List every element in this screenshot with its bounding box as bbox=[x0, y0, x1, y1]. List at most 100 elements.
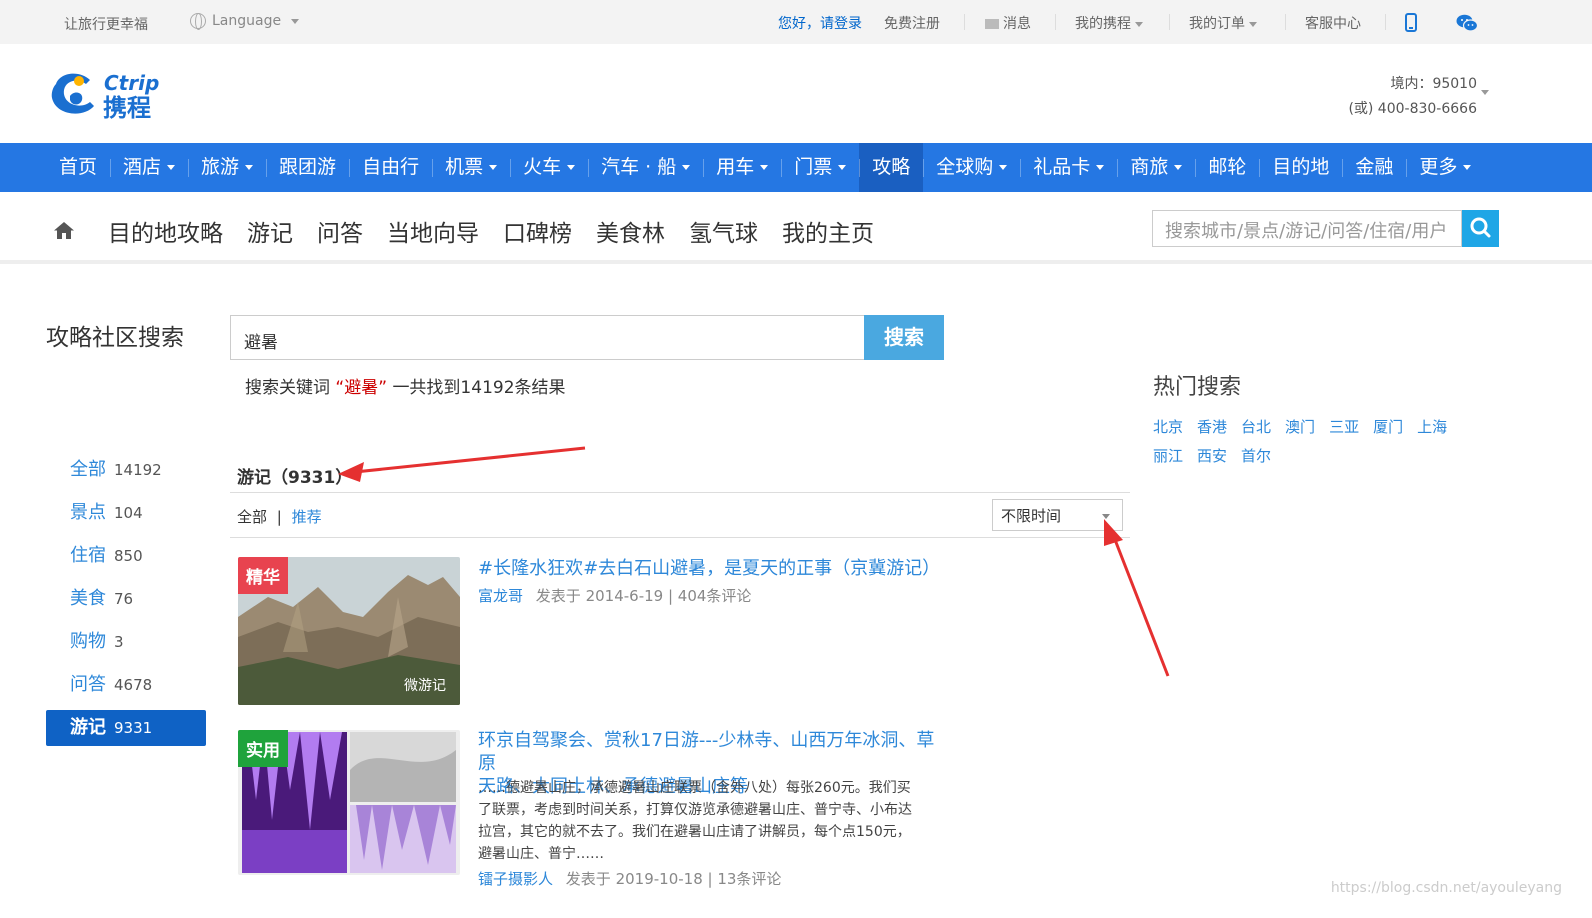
nav-train[interactable]: 火车 bbox=[510, 143, 588, 192]
hot-search-item[interactable]: 台北 bbox=[1241, 416, 1271, 437]
site-search-button[interactable] bbox=[1462, 210, 1499, 247]
nav-label: 酒店 bbox=[123, 156, 162, 178]
nav-group-tour[interactable]: 跟团游 bbox=[266, 143, 349, 192]
subnav-food[interactable]: 美食林 bbox=[596, 214, 665, 248]
globe-icon bbox=[190, 13, 206, 30]
subnav-local-guide[interactable]: 当地向导 bbox=[387, 214, 479, 248]
subnav-my-home[interactable]: 我的主页 bbox=[782, 214, 874, 248]
hotline[interactable]: 境内：95010 (或) 400-830-6666 bbox=[1348, 72, 1489, 122]
nav-guides[interactable]: 攻略 bbox=[859, 143, 924, 192]
keyword-input[interactable]: 避暑 bbox=[230, 315, 866, 360]
hot-search-item[interactable]: 北京 bbox=[1153, 416, 1183, 437]
watermark: https://blog.csdn.net/ayouleyang bbox=[1330, 880, 1562, 896]
subnav-rankings[interactable]: 口碑榜 bbox=[503, 214, 572, 248]
category-travelogues[interactable]: 游记 9331 bbox=[46, 710, 206, 746]
nav-car[interactable]: 用车 bbox=[703, 143, 781, 192]
nav-bus-ship[interactable]: 汽车 · 船 bbox=[588, 143, 703, 192]
chevron-down-icon bbox=[1481, 90, 1489, 95]
category-shopping[interactable]: 购物 3 bbox=[46, 624, 206, 660]
language-selector[interactable]: Language bbox=[190, 13, 300, 30]
time-filter-select[interactable]: 不限时间 bbox=[992, 499, 1123, 531]
divider bbox=[964, 14, 965, 30]
subnav-qa[interactable]: 问答 bbox=[317, 214, 363, 248]
svg-text:Ctrip: Ctrip bbox=[104, 71, 159, 95]
subnav-destination-guide[interactable]: 目的地攻略 bbox=[108, 214, 223, 248]
site-header: Ctrip 携程 境内：95010 (或) 400-830-6666 bbox=[0, 44, 1592, 143]
article-date-comments: 发表于 2014-6-19 | 404条评论 bbox=[535, 587, 752, 605]
nav-finance[interactable]: 金融 bbox=[1342, 143, 1406, 192]
nav-tickets[interactable]: 门票 bbox=[781, 143, 859, 192]
section-heading: 游记（9331） bbox=[237, 468, 353, 488]
article-thumbnail[interactable]: 实用 bbox=[238, 730, 460, 875]
nav-label: 攻略 bbox=[872, 156, 911, 178]
ctrip-logo[interactable]: Ctrip 携程 bbox=[46, 66, 196, 122]
chevron-down-icon bbox=[999, 165, 1008, 170]
hot-search-item[interactable]: 上海 bbox=[1417, 416, 1447, 437]
register-link[interactable]: 免费注册 bbox=[884, 13, 940, 33]
micro-travelogue-badge: 微游记 bbox=[404, 678, 446, 694]
chevron-down-icon bbox=[567, 165, 576, 170]
nav-label: 金融 bbox=[1355, 156, 1394, 178]
nav-label: 汽车 · 船 bbox=[601, 156, 677, 178]
wechat-icon[interactable] bbox=[1456, 14, 1478, 32]
category-name: 景点 bbox=[70, 502, 106, 523]
hot-search-item[interactable]: 丽江 bbox=[1153, 445, 1183, 466]
result-filters: 全部 | 推荐 bbox=[237, 506, 322, 527]
login-link[interactable]: 您好，请登录 bbox=[778, 13, 862, 33]
search-button[interactable]: 搜索 bbox=[864, 315, 944, 360]
nav-business-travel[interactable]: 商旅 bbox=[1117, 143, 1195, 192]
guide-subnav: 目的地攻略 游记 问答 当地向导 口碑榜 美食林 氢气球 我的主页 搜索城市/景… bbox=[0, 192, 1592, 264]
hot-search-item[interactable]: 澳门 bbox=[1285, 416, 1315, 437]
article-author[interactable]: 富龙哥 bbox=[478, 587, 523, 605]
divider bbox=[230, 492, 1130, 493]
nav-global-shop[interactable]: 全球购 bbox=[923, 143, 1020, 192]
hot-search-item[interactable]: 西安 bbox=[1197, 445, 1227, 466]
mobile-icon[interactable] bbox=[1405, 13, 1417, 32]
home-icon[interactable] bbox=[54, 222, 74, 239]
hot-search-title: 热门搜索 bbox=[1153, 375, 1242, 400]
my-orders-menu[interactable]: 我的订单 bbox=[1189, 13, 1257, 33]
category-sights[interactable]: 景点 104 bbox=[46, 495, 206, 531]
result-summary: 搜索关键词 “避暑” 一共找到14192条结果 bbox=[245, 373, 566, 398]
filter-all[interactable]: 全部 bbox=[237, 508, 267, 526]
nav-travel[interactable]: 旅游 bbox=[188, 143, 266, 192]
article-thumbnail[interactable]: 精华 微游记 bbox=[238, 557, 460, 705]
nav-flights[interactable]: 机票 bbox=[432, 143, 510, 192]
article-author[interactable]: 镭子摄影人 bbox=[478, 870, 553, 888]
article-title[interactable]: #长隆水狂欢#去白石山避暑，是夏天的正事（京冀游记） bbox=[478, 557, 940, 580]
site-search-input[interactable]: 搜索城市/景点/游记/问答/住宿/用户 bbox=[1152, 210, 1462, 247]
customer-service-link[interactable]: 客服中心 bbox=[1305, 13, 1361, 33]
summary-keyword: “避暑” bbox=[335, 378, 388, 398]
nav-home[interactable]: 首页 bbox=[46, 143, 110, 192]
hot-search-item[interactable]: 厦门 bbox=[1373, 416, 1403, 437]
nav-gift-card[interactable]: 礼品卡 bbox=[1020, 143, 1117, 192]
nav-cruise[interactable]: 邮轮 bbox=[1195, 143, 1259, 192]
category-hotels[interactable]: 住宿 850 bbox=[46, 538, 206, 574]
subnav-travelogues[interactable]: 游记 bbox=[247, 214, 293, 248]
filter-recommended[interactable]: 推荐 bbox=[292, 508, 322, 526]
chevron-down-icon bbox=[291, 18, 300, 24]
messages-link[interactable]: 消息 bbox=[985, 13, 1031, 33]
nav-free-tour[interactable]: 自由行 bbox=[349, 143, 432, 192]
category-count: 104 bbox=[114, 504, 143, 522]
hotline-domestic: 境内：95010 bbox=[1390, 76, 1477, 92]
hot-search-item[interactable]: 香港 bbox=[1197, 416, 1227, 437]
category-count: 4678 bbox=[114, 676, 153, 694]
nav-destinations[interactable]: 目的地 bbox=[1259, 143, 1342, 192]
hot-search-item[interactable]: 三亚 bbox=[1329, 416, 1359, 437]
my-ctrip-menu[interactable]: 我的携程 bbox=[1075, 13, 1143, 33]
category-all[interactable]: 全部 14192 bbox=[46, 452, 206, 488]
category-name: 美食 bbox=[70, 588, 106, 609]
hot-search-item[interactable]: 首尔 bbox=[1241, 445, 1271, 466]
subnav-balloon[interactable]: 氢气球 bbox=[689, 214, 758, 248]
summary-count: 一共找到14192条结果 bbox=[392, 378, 566, 398]
hot-search-list: 北京 香港 台北 澳门 三亚 厦门 上海 丽江 西安 首尔 bbox=[1153, 416, 1473, 466]
category-food[interactable]: 美食 76 bbox=[46, 581, 206, 617]
chevron-down-icon bbox=[167, 165, 176, 170]
excerpt-line: 避暑山庄、普宁…… bbox=[478, 846, 604, 862]
category-qa[interactable]: 问答 4678 bbox=[46, 667, 206, 703]
messages-label: 消息 bbox=[1003, 16, 1031, 32]
nav-more[interactable]: 更多 bbox=[1406, 143, 1484, 192]
page-title: 攻略社区搜索 bbox=[46, 325, 184, 351]
nav-hotel[interactable]: 酒店 bbox=[110, 143, 188, 192]
